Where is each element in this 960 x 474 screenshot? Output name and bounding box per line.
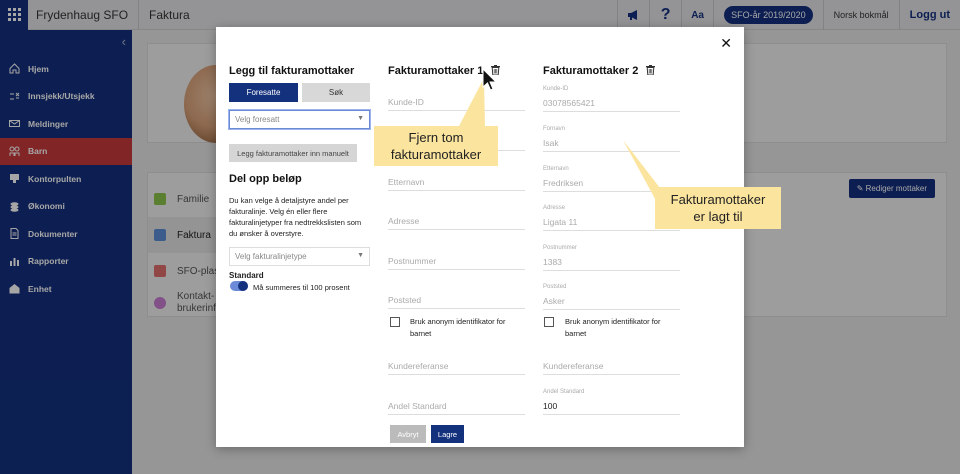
customer-ref-placeholder: Kundereferanse xyxy=(388,361,449,371)
receiver-2-postal-place-field[interactable]: Poststed Asker xyxy=(543,284,680,310)
add-manually-button[interactable]: Legg fakturamottaker inn manuelt xyxy=(229,144,357,162)
receiver-2-title-text: Fakturamottaker 2 xyxy=(543,65,639,77)
receiver-2-anon-label: Bruk anonym identifikator for barnet xyxy=(565,317,661,338)
postal-place-label: Poststed xyxy=(543,284,567,290)
select-parent-placeholder: Velg foresatt xyxy=(235,115,280,124)
receiver-1-postal-place-field[interactable]: Poststed xyxy=(388,295,525,309)
callout-receiver-added: Fakturamottaker er lagt til xyxy=(655,187,781,229)
first-name-value: Isak xyxy=(543,138,559,148)
postal-code-label: Postnummer xyxy=(543,245,578,251)
add-receiver-title: Legg til fakturamottaker xyxy=(229,65,355,77)
first-name-label: Fornavn xyxy=(543,126,566,132)
receiver-1-last-name-field[interactable]: Etternavn xyxy=(388,177,525,191)
cancel-button[interactable]: Avbryt xyxy=(390,425,426,443)
last-name-value: Fredriksen xyxy=(543,178,584,188)
customer-id-placeholder: Kunde-ID xyxy=(388,97,424,107)
postal-code-value: 1383 xyxy=(543,257,562,267)
receiver-2-first-name-field[interactable]: Fornavn Isak xyxy=(543,126,680,152)
callout-added-line1: Fakturamottaker xyxy=(670,192,766,207)
close-icon[interactable]: ✕ xyxy=(720,35,732,52)
tab-foresatte[interactable]: Foresatte xyxy=(229,83,298,102)
last-name-label: Etternavn xyxy=(543,166,569,172)
invoice-line-type-dropdown[interactable]: Velg fakturalinjetype ▼ xyxy=(229,247,370,266)
receiver-1-share-field[interactable]: Andel Standard xyxy=(388,401,525,415)
receiver-1-customer-id-field[interactable]: Kunde-ID xyxy=(388,97,525,111)
customer-id-label: Kunde-ID xyxy=(543,86,569,92)
receiver-1-address-field[interactable]: Adresse xyxy=(388,216,525,230)
receiver-2-anon-checkbox[interactable] xyxy=(544,317,554,327)
split-amount-title: Del opp beløp xyxy=(229,173,302,185)
standard-label: Standard xyxy=(229,271,264,280)
receiver-2-share-field[interactable]: Andel Standard 100 xyxy=(543,389,680,415)
address-label: Adresse xyxy=(543,205,566,211)
trash-icon[interactable] xyxy=(646,65,656,75)
address-value: Ligata 11 xyxy=(543,217,578,227)
callout-remove-line2: fakturamottaker xyxy=(390,147,482,162)
postal-place-placeholder: Poststed xyxy=(388,295,422,305)
last-name-placeholder: Etternavn xyxy=(388,177,425,187)
address-placeholder: Adresse xyxy=(388,216,420,226)
sum-100-label: Må summeres til 100 prosent xyxy=(253,283,350,292)
share-placeholder: Andel Standard xyxy=(388,401,447,411)
chevron-down-icon: ▼ xyxy=(357,115,364,122)
receiver-2-customer-id-field[interactable]: Kunde-ID 03078565421 xyxy=(543,86,680,112)
add-receiver-modal: ✕ Legg til fakturamottaker Foresatte Søk… xyxy=(216,27,744,447)
share-label: Andel Standard xyxy=(543,389,585,395)
receiver-1-anon-label: Bruk anonym identifikator for barnet xyxy=(410,317,506,338)
sum-100-toggle[interactable] xyxy=(230,281,248,291)
save-button[interactable]: Lagre xyxy=(431,425,464,443)
share-value: 100 xyxy=(543,401,558,411)
postal-place-value: Asker xyxy=(543,296,565,306)
invoice-line-type-placeholder: Velg fakturalinjetype xyxy=(235,252,307,261)
postal-code-placeholder: Postnummer xyxy=(388,256,437,266)
customer-ref-placeholder: Kundereferanse xyxy=(543,361,604,371)
receiver-1-customer-ref-field[interactable]: Kundereferanse xyxy=(388,361,525,375)
callout-remove-line1: Fjern tom xyxy=(408,130,464,145)
mouse-cursor-icon xyxy=(482,68,498,91)
chevron-down-icon: ▼ xyxy=(357,252,364,259)
receiver-2-title: Fakturamottaker 2 xyxy=(543,65,656,77)
receiver-1-anon-checkbox[interactable] xyxy=(390,317,400,327)
customer-id-value: 03078565421 xyxy=(543,98,596,108)
tab-sok[interactable]: Søk xyxy=(302,83,370,102)
receiver-1-title-text: Fakturamottaker 1 xyxy=(388,65,484,77)
receiver-2-postal-code-field[interactable]: Postnummer 1383 xyxy=(543,245,680,271)
callout-added-line2: er lagt til xyxy=(693,209,743,224)
split-amount-description: Du kan velge å detaljstyre andel per fak… xyxy=(229,196,362,238)
receiver-1-postal-code-field[interactable]: Postnummer xyxy=(388,256,525,270)
receiver-2-customer-ref-field[interactable]: Kundereferanse xyxy=(543,361,680,375)
select-parent-dropdown[interactable]: Velg foresatt ▼ xyxy=(229,110,370,129)
callout-remove-empty: Fjern tom fakturamottaker xyxy=(374,126,498,166)
